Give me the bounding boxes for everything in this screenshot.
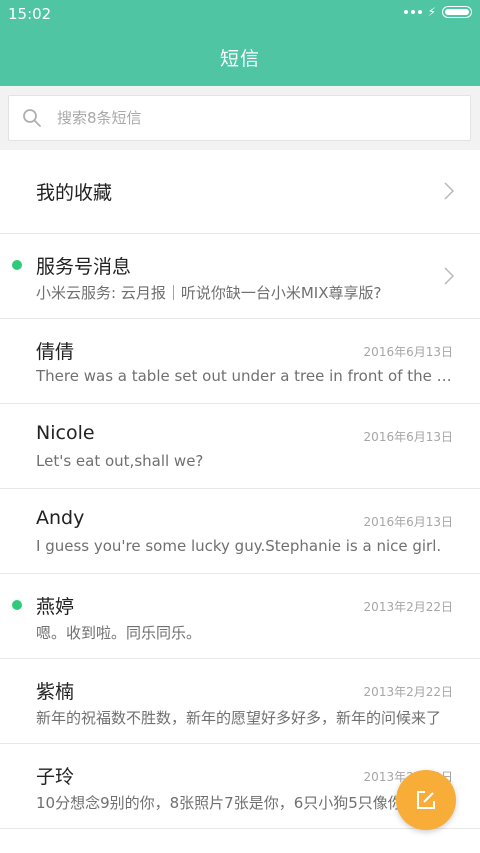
thread-name: 燕婷: [36, 596, 75, 618]
search-input[interactable]: [55, 108, 439, 128]
list-item[interactable]: 倩倩 2016年6月13日 There was a table set out …: [0, 319, 480, 404]
thread-preview: 小米云服务: 云月报｜听说你缺一台小米MIX尊享版?: [36, 284, 382, 302]
compose-button[interactable]: [396, 770, 456, 830]
chevron-right-icon: [444, 267, 454, 285]
search-icon: [23, 109, 41, 127]
list-item[interactable]: Andy 2016年6月13日 I guess you're some luck…: [0, 489, 480, 574]
thread-preview: There was a table set out under a tree i…: [36, 367, 454, 385]
thread-name: Andy: [36, 507, 85, 529]
search-area: [0, 86, 480, 150]
thread-date: 2016年6月13日: [363, 515, 453, 529]
favorites-label: 我的收藏: [36, 182, 113, 204]
thread-preview: 10分想念9别的你，8张照片7张是你，6只小狗5只像你: [36, 794, 403, 812]
thread-preview: 嗯。收到啦。同乐同乐。: [36, 624, 202, 642]
unread-dot: [12, 260, 22, 270]
status-icons: ⚡: [403, 5, 472, 19]
conversation-list: 我的收藏 服务号消息 小米云服务: 云月报｜听说你缺一台小米MIX尊享版? 倩倩…: [0, 150, 480, 829]
thread-name: Nicole: [36, 422, 95, 444]
thread-date: 2016年6月13日: [363, 430, 453, 444]
thread-date: 2013年2月22日: [363, 600, 453, 614]
page-title: 短信: [219, 47, 260, 70]
thread-date: 2013年2月22日: [363, 685, 453, 699]
thread-preview: I guess you're some lucky guy.Stephanie …: [36, 537, 442, 555]
chevron-right-icon: [444, 182, 454, 200]
favorites-row[interactable]: 我的收藏: [0, 150, 480, 234]
thread-name: 紫楠: [36, 681, 75, 703]
list-item[interactable]: 紫楠 2013年2月22日 新年的祝福数不胜数，新年的愿望好多好多，新年的问候来…: [0, 659, 480, 744]
signal-dots-icon: [403, 10, 422, 14]
battery-icon: [442, 6, 472, 18]
list-item[interactable]: Nicole 2016年6月13日 Let's eat out,shall we…: [0, 404, 480, 489]
status-time: 15:02: [8, 5, 52, 23]
search-box[interactable]: [8, 95, 471, 141]
status-bar: 15:02 ⚡: [0, 0, 480, 28]
thread-name: 服务号消息: [36, 256, 132, 278]
thread-preview: 新年的祝福数不胜数，新年的愿望好多好多，新年的问候来了: [36, 709, 442, 727]
charging-icon: ⚡: [427, 5, 436, 19]
thread-name: 倩倩: [36, 341, 75, 363]
app-header: 短信: [0, 28, 480, 86]
list-item[interactable]: 服务号消息 小米云服务: 云月报｜听说你缺一台小米MIX尊享版?: [0, 234, 480, 319]
thread-name: 子玲: [36, 766, 75, 788]
list-item[interactable]: 燕婷 2013年2月22日 嗯。收到啦。同乐同乐。: [0, 574, 480, 659]
thread-date: 2016年6月13日: [363, 345, 453, 359]
thread-preview: Let's eat out,shall we?: [36, 452, 204, 470]
compose-icon: [417, 791, 435, 809]
unread-dot: [12, 600, 22, 610]
